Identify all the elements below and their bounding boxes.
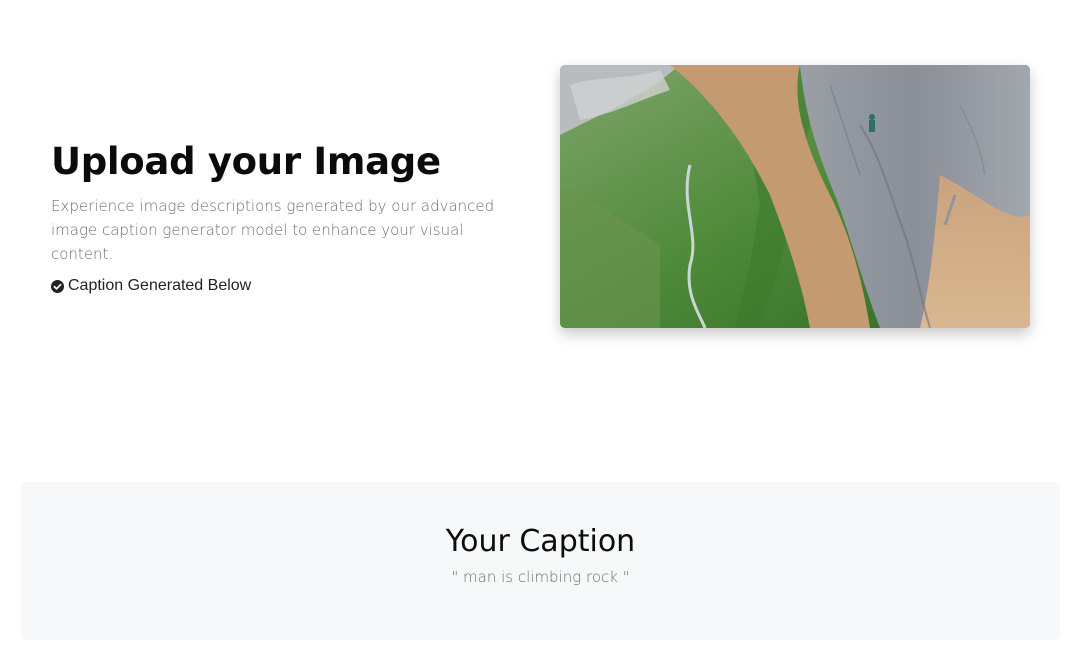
status-label: Caption Generated Below <box>68 277 252 294</box>
check-circle-icon <box>51 279 64 293</box>
hero-title: Upload your Image <box>51 140 441 183</box>
page: Upload your Image Experience image descr… <box>0 0 1080 657</box>
hero-description: Experience image descriptions generated … <box>51 197 495 263</box>
hero-text: Upload your Image Experience image descr… <box>51 138 521 295</box>
status-line: Caption Generated Below <box>51 277 521 295</box>
uploaded-image <box>560 65 1030 328</box>
uploaded-photo <box>560 65 1030 328</box>
caption-heading: Your Caption <box>445 524 636 559</box>
caption-text: " man is climbing rock " <box>451 568 630 586</box>
caption-panel: Your Caption " man is climbing rock " <box>21 482 1060 640</box>
